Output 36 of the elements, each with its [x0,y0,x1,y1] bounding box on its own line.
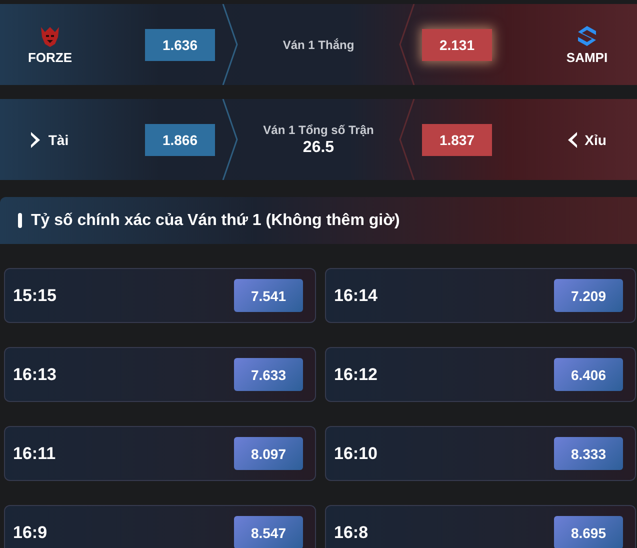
demon-logo-icon [39,24,61,46]
odds-button[interactable]: 7.633 [234,358,303,391]
odds-button[interactable]: 8.097 [234,437,303,470]
chevron-divider-icon [399,4,415,85]
odds-button[interactable]: 6.406 [554,358,623,391]
odds-button[interactable]: 7.541 [234,279,303,312]
option-label: Xỉu [584,132,606,148]
odds-button[interactable]: 2.131 [422,28,492,60]
odds-button[interactable]: 1.866 [145,124,215,156]
option-label: Tài [48,132,69,148]
section-title: Tỷ số chính xác của Ván thứ 1 (Không thêm giờ) [31,212,400,230]
odds-button[interactable]: 7.209 [554,279,623,312]
score-label: 16:11 [13,444,56,464]
score-label: 16:10 [334,444,378,464]
odds-button[interactable]: 8.333 [554,437,623,470]
team-name: FORZE [28,50,72,64]
score-label: 16:13 [13,364,56,384]
chevron-divider-icon [222,4,238,85]
market-title: Ván 1 Tổng số Trận [263,122,374,136]
s-logo-icon [576,24,598,46]
score-label: 15:15 [13,286,56,306]
score-label: 16:9 [13,522,48,542]
odds-button[interactable]: 1.636 [145,28,215,60]
total-line: 26.5 [302,138,334,156]
odds-button[interactable]: 1.837 [422,124,492,156]
score-label: 16:8 [334,522,368,542]
odds-button[interactable]: 8.695 [554,516,623,548]
score-label: 16:14 [334,286,378,306]
chevron-divider-icon [222,99,238,180]
team-name: SAMPI [566,50,608,64]
odds-button[interactable]: 8.547 [234,516,303,548]
chevron-divider-icon [399,99,415,180]
score-label: 16:12 [334,364,378,384]
chevron-right-icon [31,132,40,148]
market-title: Ván 1 Thắng [282,38,354,52]
chevron-left-icon [568,132,577,148]
